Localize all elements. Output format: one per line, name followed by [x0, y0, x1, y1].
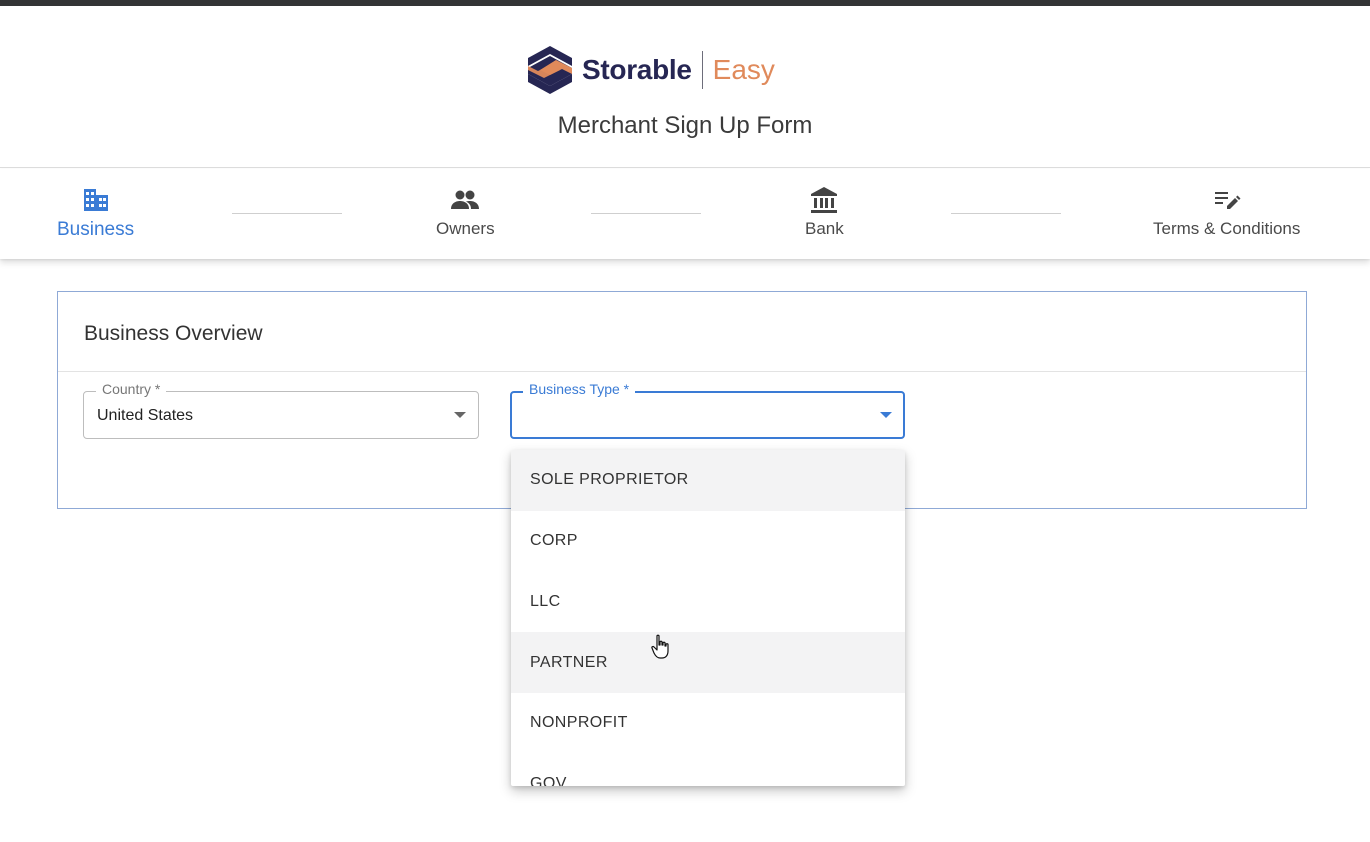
page-title: Merchant Sign Up Form [557, 112, 813, 139]
step-bank[interactable]: Bank [805, 185, 844, 239]
step-owners[interactable]: Owners [436, 185, 495, 239]
option-nonprofit[interactable]: NONPROFIT [511, 693, 905, 754]
step-connector [232, 213, 342, 214]
country-value: United States [97, 407, 194, 424]
step-label: Terms & Conditions [1153, 219, 1301, 238]
step-label: Bank [805, 219, 844, 238]
step-label: Business [57, 219, 135, 240]
dropdown-arrow-icon [880, 412, 892, 418]
brand-sub: Easy [712, 54, 775, 85]
stepper: Business Owners Bank Terms & Conditions [0, 169, 1370, 259]
business-type-label: Business Type * [523, 381, 636, 397]
step-connector [951, 213, 1061, 214]
hand-cursor-icon [651, 634, 669, 659]
option-llc[interactable]: LLC [511, 572, 905, 633]
business-type-dropdown: SOLE PROPRIETOR CORP LLC PARTNER NONPROF… [511, 450, 905, 786]
storable-logo-mark-icon [528, 46, 572, 94]
option-corp[interactable]: CORP [511, 511, 905, 572]
business-type-select[interactable]: Business Type * [510, 381, 905, 439]
brand-name: Storable [582, 54, 692, 85]
country-label: Country * [96, 381, 167, 397]
brand-divider [701, 51, 703, 89]
bank-icon [809, 185, 839, 215]
country-select[interactable]: Country * United States [83, 381, 479, 439]
edit-list-icon [1212, 185, 1242, 215]
option-gov[interactable]: GOV [511, 754, 905, 786]
section-title: Business Overview [84, 322, 263, 345]
step-terms[interactable]: Terms & Conditions [1153, 185, 1300, 239]
step-label: Owners [436, 219, 495, 238]
step-connector [591, 213, 701, 214]
option-sole-proprietor[interactable]: SOLE PROPRIETOR [511, 450, 905, 511]
header: Storable Easy Merchant Sign Up Form [0, 6, 1370, 168]
people-icon [450, 185, 480, 215]
option-partner[interactable]: PARTNER [511, 632, 905, 693]
dropdown-arrow-icon [454, 412, 466, 418]
storable-logo: Storable Easy [526, 44, 775, 96]
card-divider [58, 371, 1306, 372]
step-business[interactable]: Business [57, 185, 134, 241]
business-icon [81, 185, 111, 215]
